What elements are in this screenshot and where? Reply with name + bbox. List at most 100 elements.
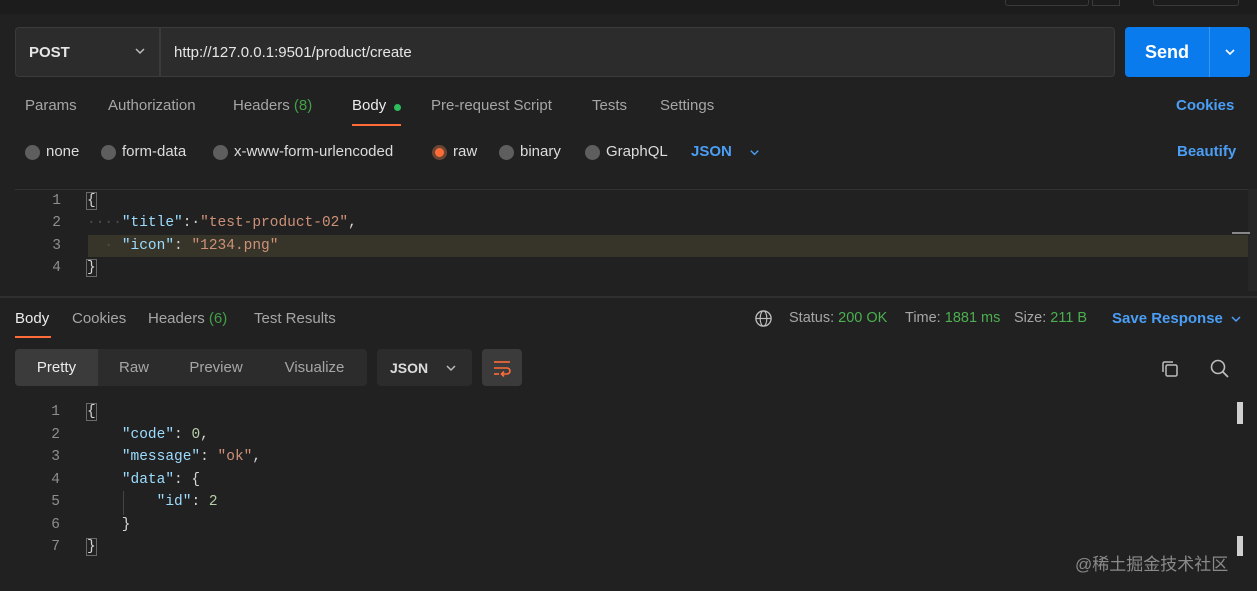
code-line-title: ····"title":·"test-product-02", [87, 215, 357, 231]
save-response-button[interactable]: Save Response [1112, 310, 1223, 327]
radio-x-www-form-urlencoded-label[interactable]: x-www-form-urlencoded [234, 143, 393, 160]
view-pretty[interactable]: Pretty [15, 349, 98, 386]
size-value: 211 B [1050, 310, 1088, 326]
active-tab-indicator [15, 336, 51, 338]
line-number: 4 [52, 260, 61, 276]
json-key: "code" [121, 427, 175, 443]
json-string: "1234.png" [191, 238, 279, 254]
radio-raw[interactable] [432, 145, 447, 160]
scrollbar-marker [1237, 536, 1243, 556]
globe-icon[interactable] [754, 309, 773, 328]
view-visualize[interactable]: Visualize [262, 349, 367, 386]
scrollbar-thumb[interactable] [1232, 232, 1250, 234]
json-colon: :· [182, 215, 201, 231]
tab-tests[interactable]: Tests [592, 97, 627, 114]
radio-none-label[interactable]: none [46, 143, 79, 160]
wrap-lines-button[interactable] [482, 349, 522, 386]
tab-headers[interactable]: Headers (8) [233, 97, 312, 114]
tab-params[interactable]: Params [25, 97, 77, 114]
tab-body[interactable]: Body [352, 97, 386, 114]
indent-guide-dots: ···· [87, 215, 122, 231]
tab-response-cookies[interactable]: Cookies [72, 310, 126, 327]
indent-guide-dots: · [87, 238, 122, 254]
code-line-data: "data": { [121, 472, 201, 488]
chevron-down-icon [135, 48, 145, 55]
code-close-brace: } [86, 538, 97, 556]
code-line-code: "code": 0, [121, 427, 209, 443]
size-readout: Size: 211 B [1014, 310, 1087, 326]
view-preview[interactable]: Preview [170, 349, 262, 386]
send-options-button[interactable] [1210, 45, 1250, 59]
time-label: Time: [905, 310, 941, 326]
tab-response-body[interactable]: Body [15, 310, 49, 327]
tab-response-headers[interactable]: Headers (6) [148, 310, 227, 327]
chevron-down-icon[interactable] [1229, 312, 1243, 326]
radio-form-data[interactable] [101, 145, 116, 160]
json-key: "data" [121, 472, 175, 488]
tab-response-headers-label: Headers [148, 310, 205, 327]
json-colon: : [174, 238, 192, 254]
json-key: "title" [121, 215, 183, 231]
view-mode-group: Pretty Raw Preview Visualize [15, 349, 367, 386]
editor-scrollbar[interactable] [1232, 189, 1257, 291]
beautify-button[interactable]: Beautify [1177, 143, 1236, 160]
top-tab-fragment [1005, 0, 1089, 6]
line-number: 3 [52, 238, 61, 254]
tab-headers-count: (8) [293, 97, 313, 114]
scrollbar-thumb[interactable] [1237, 402, 1243, 424]
response-format-select[interactable]: JSON [377, 349, 472, 386]
raw-format-select[interactable]: JSON [691, 143, 732, 160]
view-raw[interactable]: Raw [98, 349, 170, 386]
response-scrollbar[interactable] [1237, 400, 1244, 560]
copy-icon[interactable] [1160, 359, 1180, 379]
chevron-down-icon [446, 365, 456, 372]
line-number: 2 [52, 215, 61, 231]
json-number: 0 [191, 427, 201, 443]
tab-pre-request-script[interactable]: Pre-request Script [431, 97, 552, 114]
code-line-id: "id": 2 [156, 494, 218, 510]
status-label: Status: [789, 310, 835, 326]
top-tab-fragment [1092, 0, 1120, 6]
code-line-message: "message": "ok", [121, 449, 262, 465]
line-number: 5 [51, 494, 60, 510]
search-icon[interactable] [1209, 358, 1230, 379]
url-text: http://127.0.0.1:9501/product/create [174, 43, 412, 61]
code-open-brace: { [86, 192, 97, 210]
url-input[interactable]: http://127.0.0.1:9501/product/create [160, 27, 1115, 77]
code-close-brace: } [86, 259, 97, 277]
radio-raw-label[interactable]: raw [453, 143, 477, 160]
size-label: Size: [1014, 310, 1047, 326]
tab-response-headers-count: (6) [208, 310, 228, 327]
time-value: 1881 ms [944, 310, 1001, 326]
json-number: 2 [208, 494, 218, 510]
radio-none[interactable] [25, 145, 40, 160]
code-line-icon: · "icon": "1234.png" [87, 238, 278, 254]
line-number: 1 [51, 404, 60, 420]
response-format-label: JSON [390, 359, 429, 376]
send-label: Send [1144, 41, 1189, 62]
radio-graphql-label[interactable]: GraphQL [606, 143, 668, 160]
send-button[interactable]: Send [1125, 27, 1250, 77]
chevron-down-icon[interactable] [748, 146, 761, 159]
code-open-brace: { [86, 403, 97, 421]
line-number: 1 [52, 193, 61, 209]
pane-divider[interactable] [0, 296, 1257, 298]
radio-binary-label[interactable]: binary [520, 143, 561, 160]
tab-authorization[interactable]: Authorization [108, 97, 196, 114]
radio-x-www-form-urlencoded[interactable] [213, 145, 228, 160]
method-select[interactable]: POST [15, 27, 160, 77]
top-tab-fragment [1153, 0, 1239, 6]
line-number: 6 [51, 517, 60, 533]
cookies-link[interactable]: Cookies [1176, 97, 1234, 114]
line-number: 4 [51, 472, 60, 488]
status-value: 200 OK [838, 310, 888, 326]
radio-binary[interactable] [499, 145, 514, 160]
json-string: "test-product-02" [200, 215, 349, 231]
time-readout: Time: 1881 ms [905, 310, 1000, 326]
tab-test-results[interactable]: Test Results [254, 310, 336, 327]
method-label: POST [29, 43, 70, 61]
tab-settings[interactable]: Settings [660, 97, 714, 114]
line-number: 2 [51, 427, 60, 443]
radio-form-data-label[interactable]: form-data [122, 143, 186, 160]
radio-graphql[interactable] [585, 145, 600, 160]
